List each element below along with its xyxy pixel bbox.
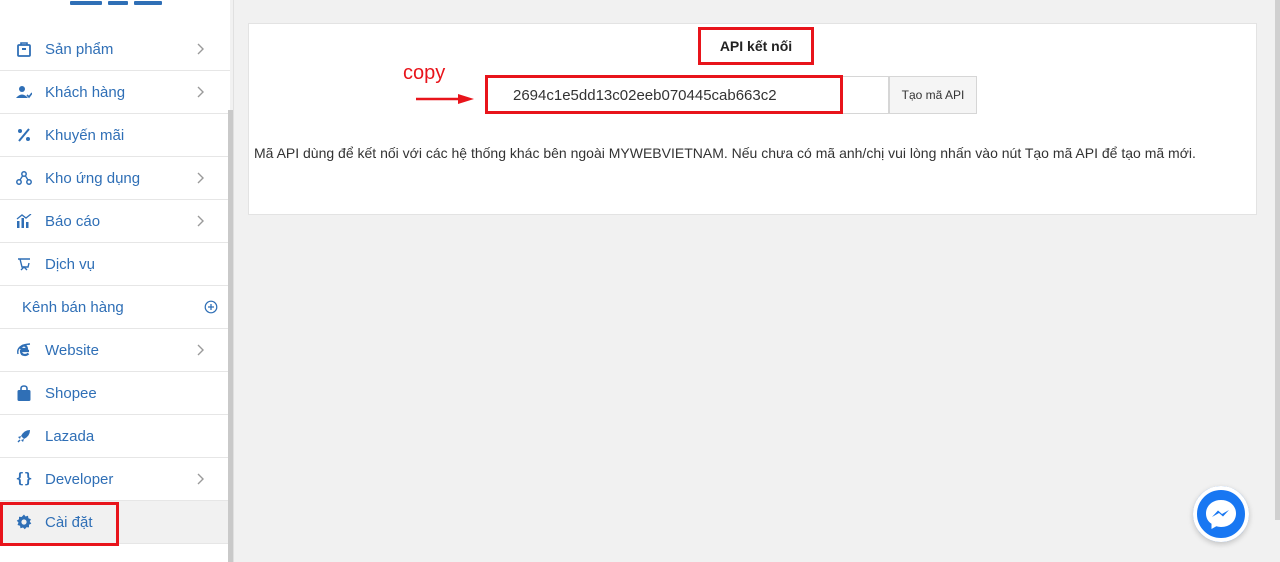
box-icon	[15, 40, 33, 58]
percent-icon	[15, 126, 33, 144]
page-title: API kết nối	[698, 27, 814, 65]
add-circle-icon[interactable]	[204, 300, 218, 314]
sidebar-item-label: Kho ứng dụng	[45, 169, 141, 187]
sidebar-item-label: Dịch vụ	[45, 255, 96, 273]
chevron-right-icon	[196, 344, 206, 356]
braces-icon: {}	[15, 471, 33, 487]
arrow-right-icon	[416, 94, 474, 104]
sidebar-item-label: Shopee	[45, 384, 97, 402]
sidebar-item-label: Website	[45, 341, 99, 359]
api-key-highlight-box	[485, 75, 843, 114]
sidebar-item-promotions[interactable]: Khuyến mãi	[0, 114, 230, 157]
chart-icon	[15, 212, 33, 230]
rocket-icon	[15, 427, 33, 445]
generate-api-key-button[interactable]: Tạo mã API	[889, 76, 977, 114]
sidebar-group-sales-channels[interactable]: Kênh bán hàng	[0, 286, 230, 329]
sidebar-item-lazada[interactable]: Lazada	[0, 415, 230, 458]
service-icon	[15, 255, 33, 273]
ie-icon	[15, 341, 33, 359]
chevron-right-icon	[196, 172, 206, 184]
shopping-bag-icon	[15, 384, 33, 402]
api-description: Mã API dùng để kết nối với các hệ thống …	[254, 145, 1196, 161]
sidebar-divider	[233, 0, 234, 562]
apps-icon	[15, 169, 33, 187]
sidebar-item-shopee[interactable]: Shopee	[0, 372, 230, 415]
logo[interactable]	[70, 0, 165, 8]
sidebar-item-label: Khuyến mãi	[45, 126, 125, 144]
copy-annotation: copy	[403, 62, 446, 84]
sidebar-item-website[interactable]: Website	[0, 329, 230, 372]
sidebar: Sản phẩm Khách hàng Khuyến mãi Kho ứng d…	[0, 0, 230, 562]
chevron-right-icon	[196, 215, 206, 227]
sidebar-item-reports[interactable]: Báo cáo	[0, 200, 230, 243]
sidebar-item-products[interactable]: Sản phẩm	[0, 28, 230, 71]
settings-highlight-box	[0, 502, 119, 546]
sidebar-item-developer[interactable]: {} Developer	[0, 458, 230, 501]
chevron-right-icon	[196, 473, 206, 485]
messenger-chat-button[interactable]	[1193, 486, 1249, 542]
users-icon	[15, 83, 33, 101]
sidebar-item-label: Khách hàng	[45, 83, 126, 101]
sidebar-item-label: Báo cáo	[45, 212, 101, 230]
sidebar-item-services[interactable]: Dịch vụ	[0, 243, 230, 286]
chevron-right-icon	[196, 86, 206, 98]
sidebar-group-label: Kênh bán hàng	[22, 298, 124, 316]
messenger-icon	[1193, 486, 1249, 542]
sidebar-item-label: Lazada	[45, 427, 95, 445]
sidebar-item-label: Sản phẩm	[45, 40, 114, 58]
sidebar-menu: Sản phẩm Khách hàng Khuyến mãi Kho ứng d…	[0, 28, 230, 544]
page-scrollbar[interactable]	[1275, 0, 1280, 520]
sidebar-item-app-store[interactable]: Kho ứng dụng	[0, 157, 230, 200]
chevron-right-icon	[196, 43, 206, 55]
sidebar-item-customers[interactable]: Khách hàng	[0, 71, 230, 114]
sidebar-item-label: Developer	[45, 470, 114, 488]
